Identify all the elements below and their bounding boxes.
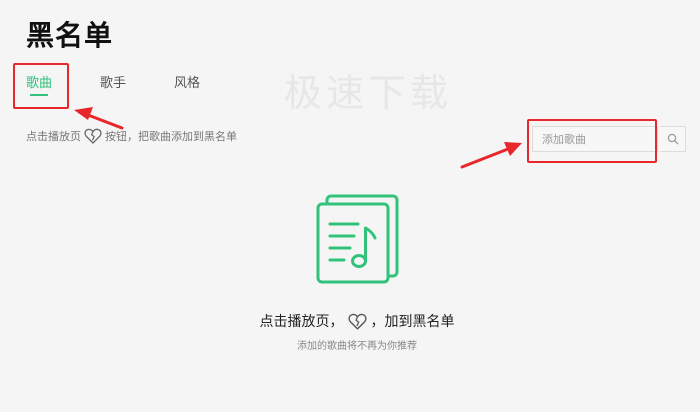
empty-title-prefix: 点击播放页， bbox=[259, 314, 344, 330]
annotation-arrow-search bbox=[460, 142, 522, 169]
tab-active-underline bbox=[30, 94, 48, 96]
empty-state-title: 点击播放页， ，加到黑名单 bbox=[0, 311, 700, 331]
blacklist-hint: 点击播放页 按钮，把歌曲添加到黑名单 bbox=[26, 128, 237, 144]
watermark: 极速下载 bbox=[284, 71, 453, 115]
search-icon bbox=[667, 133, 678, 145]
broken-heart-icon bbox=[84, 128, 102, 144]
hint-prefix: 点击播放页 bbox=[26, 130, 81, 143]
broken-heart-icon bbox=[347, 313, 367, 330]
music-list-icon bbox=[314, 194, 400, 288]
tab-singers[interactable]: 歌手 bbox=[100, 72, 126, 91]
page-title: 黑名单 bbox=[26, 19, 114, 52]
tab-styles-label: 风格 bbox=[174, 76, 201, 91]
tab-singers-label: 歌手 bbox=[100, 76, 127, 91]
add-song-input[interactable] bbox=[533, 127, 657, 151]
empty-state-subtitle: 添加的歌曲将不再为你推荐 bbox=[297, 341, 417, 352]
tab-styles[interactable]: 风格 bbox=[174, 72, 200, 91]
tab-songs[interactable]: 歌曲 bbox=[26, 72, 53, 96]
hint-suffix: 按钮，把歌曲添加到黑名单 bbox=[105, 130, 237, 143]
empty-title-suffix: ，加到黑名单 bbox=[370, 314, 455, 330]
tab-songs-label: 歌曲 bbox=[26, 76, 53, 91]
annotation-arrow-tab bbox=[74, 107, 124, 130]
search-button[interactable] bbox=[660, 126, 686, 152]
add-song-search-box bbox=[532, 126, 658, 152]
